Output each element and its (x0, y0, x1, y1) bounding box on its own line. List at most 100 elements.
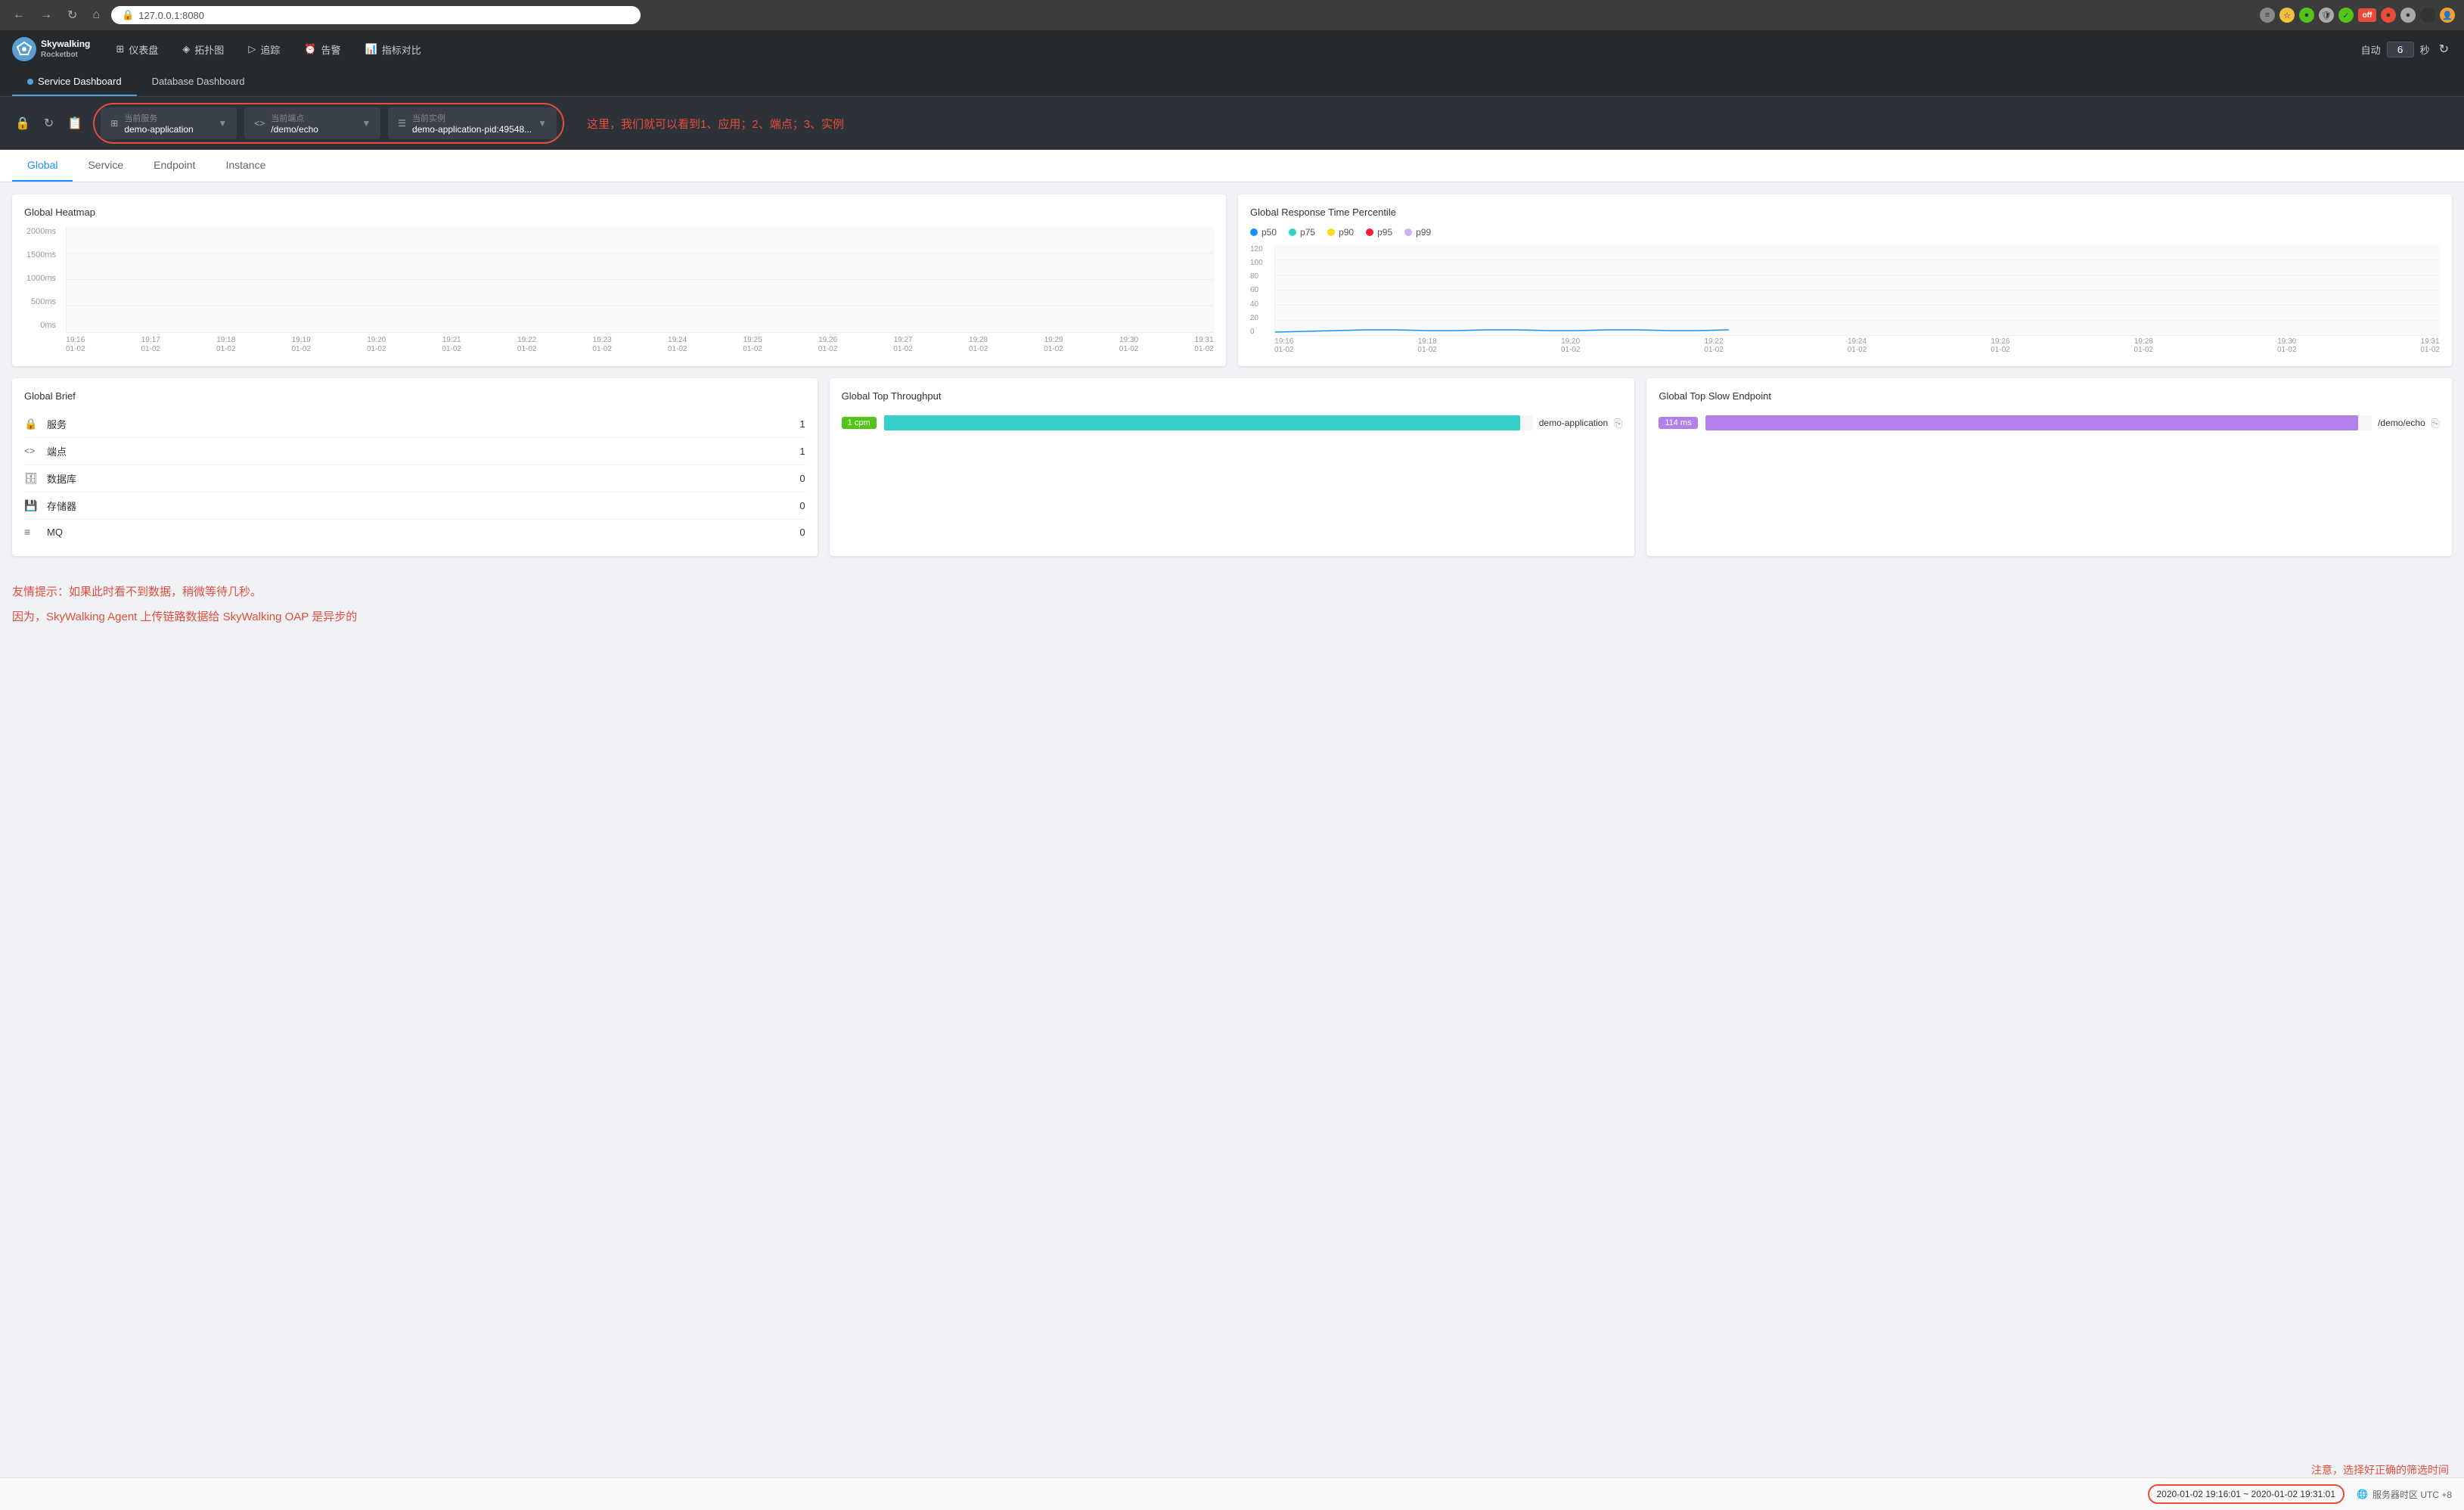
sub-nav: Global Service Endpoint Instance (0, 150, 2464, 182)
instance-dropdown-arrow: ▼ (538, 118, 547, 129)
global-top-throughput-title: Global Top Throughput (842, 390, 1623, 402)
ext-icon-shield[interactable]: 🛡 (2319, 8, 2334, 23)
metrics-icon: 📊 (365, 43, 377, 55)
tab-service-dashboard[interactable]: Service Dashboard (12, 68, 137, 96)
x-label-5: 19:2101-02 (442, 336, 461, 354)
trace-icon: ▷ (248, 43, 256, 55)
service-dropdown[interactable]: ⊞ 当前服务 demo-application ▼ (101, 107, 237, 139)
mq-brief-count: 0 (799, 527, 805, 538)
main-content: Global Heatmap 2000ms 1500ms 1000ms 500m… (0, 182, 2464, 1459)
refresh-button[interactable]: ↻ (2436, 39, 2452, 60)
y-120: 120 (1250, 245, 1271, 253)
seconds-label: 秒 (2420, 42, 2430, 57)
user-avatar[interactable]: 👤 (2440, 8, 2455, 23)
service-dropdown-arrow: ▼ (218, 118, 227, 129)
x-label-8: 19:2401-02 (668, 336, 687, 354)
legend-dot-p99 (1404, 228, 1412, 236)
global-brief-title: Global Brief (24, 390, 805, 402)
db-brief-icon: 🗄 (24, 472, 39, 485)
refresh-filter-btn[interactable]: ↻ (41, 113, 57, 134)
nav-trace[interactable]: ▷ 追踪 (237, 36, 290, 63)
storage-brief-icon: 💾 (24, 499, 39, 512)
endpoint-brief-count: 1 (799, 446, 805, 457)
y-60: 60 (1250, 286, 1271, 294)
endpoint-dropdown[interactable]: <> 当前端点 /demo/echo ▼ (244, 107, 380, 139)
nav-topology[interactable]: ◈ 拓扑图 (172, 36, 234, 63)
ext-icon-red[interactable]: ● (2381, 8, 2396, 23)
service-brief-name: 服务 (47, 417, 792, 431)
slow-bar-row: /demo/echo ⎘ (1705, 415, 2440, 430)
tab-service-label: Service Dashboard (38, 76, 122, 87)
global-brief-card: Global Brief 🔒 服务 1 <> 端点 1 🗄 数据库 0 (12, 378, 818, 556)
ext-icon-green[interactable]: ● (2299, 8, 2314, 23)
throughput-copy-icon[interactable]: ⎘ (1614, 417, 1622, 430)
dashboard-row-2: Global Brief 🔒 服务 1 <> 端点 1 🗄 数据库 0 (12, 378, 2452, 556)
nav-alarm[interactable]: ⏰ 告警 (293, 36, 351, 63)
dashboard-row-1: Global Heatmap 2000ms 1500ms 1000ms 500m… (12, 194, 2452, 366)
x-label-3: 19:1901-02 (291, 336, 311, 354)
sub-tab-instance[interactable]: Instance (210, 150, 281, 182)
throughput-bar (884, 415, 1520, 430)
legend-dot-p90 (1327, 228, 1335, 236)
refresh-seconds-input[interactable] (2387, 42, 2414, 57)
sub-tab-service[interactable]: Service (73, 150, 138, 182)
tip2-text: 因为，SkyWalking Agent 上传链路数据给 SkyWalking O… (12, 608, 2452, 624)
brief-row-endpoint: <> 端点 1 (24, 438, 805, 465)
endpoint-prefix-icon: <> (254, 118, 265, 129)
legend-label-p90: p90 (1339, 227, 1354, 238)
x-label-9: 19:2501-02 (743, 336, 762, 354)
nav-alarm-label: 告警 (321, 42, 341, 57)
y-100: 100 (1250, 259, 1271, 267)
nav-dashboard[interactable]: ⊞ 仪表盘 (105, 36, 169, 63)
nav-forward-button[interactable]: → (36, 7, 56, 23)
nav-back-button[interactable]: ← (9, 7, 29, 23)
y-80: 80 (1250, 272, 1271, 281)
x-label-1: 19:1701-02 (141, 336, 160, 354)
copy-filter-btn[interactable]: 📋 (64, 113, 85, 134)
tab-database-label: Database Dashboard (152, 76, 245, 87)
global-top-throughput-card: Global Top Throughput 1 cpm demo-applica… (830, 378, 1635, 556)
ext-icon-gray1[interactable]: ● (2400, 8, 2416, 23)
ext-icon-star[interactable]: ☆ (2279, 8, 2295, 23)
storage-brief-name: 存储器 (47, 499, 792, 513)
legend-p95: p95 (1366, 227, 1392, 238)
time-annotation-area: 注意，选择好正确的筛选时间 (0, 1459, 2464, 1477)
y-label-1000: 1000ms (24, 274, 56, 283)
ext-icon-1[interactable]: ≡ (2260, 8, 2275, 23)
service-dropdown-value: demo-application (124, 124, 193, 135)
slow-bar (1705, 415, 2359, 430)
time-range-display[interactable]: 2020-01-02 19:16:01 ~ 2020-01-02 19:31:0… (2148, 1484, 2345, 1504)
lock-icon: 🔒 (122, 9, 134, 21)
brief-row-mq: ≡ MQ 0 (24, 520, 805, 544)
response-time-title: Global Response Time Percentile (1250, 207, 2440, 218)
slow-copy-icon[interactable]: ⎘ (2431, 417, 2440, 430)
tab-database-dashboard[interactable]: Database Dashboard (137, 68, 260, 96)
timezone-display: 🌐 服务器时区 UTC +8 (2357, 1488, 2452, 1501)
x-label-2: 19:1801-02 (216, 336, 236, 354)
time-range-text: 2020-01-02 19:16:01 ~ 2020-01-02 19:31:0… (2157, 1489, 2336, 1499)
nav-home-button[interactable]: ⌂ (88, 7, 104, 23)
throughput-name-0: demo-application (1539, 418, 1608, 428)
dashboard-icon: ⊞ (116, 43, 124, 55)
y-40: 40 (1250, 300, 1271, 309)
global-heatmap-card: Global Heatmap 2000ms 1500ms 1000ms 500m… (12, 194, 1226, 366)
app-header: Skywalking Rocketbot ⊞ 仪表盘 ◈ 拓扑图 ▷ 追踪 ⏰ … (0, 30, 2464, 68)
ext-icon-dark[interactable]: ☰ (2420, 8, 2435, 23)
ext-icon-off[interactable]: off (2358, 8, 2376, 22)
nav-refresh-button[interactable]: ↻ (64, 6, 81, 24)
url-bar[interactable]: 🔒 127.0.0.1:8080 (111, 6, 641, 24)
logo-text: Skywalking Rocketbot (41, 39, 90, 61)
response-time-svg (1275, 245, 2440, 335)
sub-tab-endpoint[interactable]: Endpoint (138, 150, 210, 182)
heatmap-container: 2000ms 1500ms 1000ms 500ms 0ms (24, 227, 1214, 348)
legend-dot-p75 (1289, 228, 1296, 236)
legend-p75: p75 (1289, 227, 1315, 238)
sub-tab-global[interactable]: Global (12, 150, 73, 182)
nav-metrics[interactable]: 📊 指标对比 (355, 36, 432, 63)
lock-filter-btn[interactable]: 🔒 (12, 113, 33, 134)
footer: 2020-01-02 19:16:01 ~ 2020-01-02 19:31:0… (0, 1477, 2464, 1510)
instance-dropdown[interactable]: ☰ 当前实例 demo-application-pid:49548... ▼ (388, 107, 557, 139)
x-label-13: 19:2901-02 (1044, 336, 1063, 354)
endpoint-dropdown-label: 当前端点 (271, 112, 318, 124)
ext-icon-check[interactable]: ✓ (2338, 8, 2354, 23)
